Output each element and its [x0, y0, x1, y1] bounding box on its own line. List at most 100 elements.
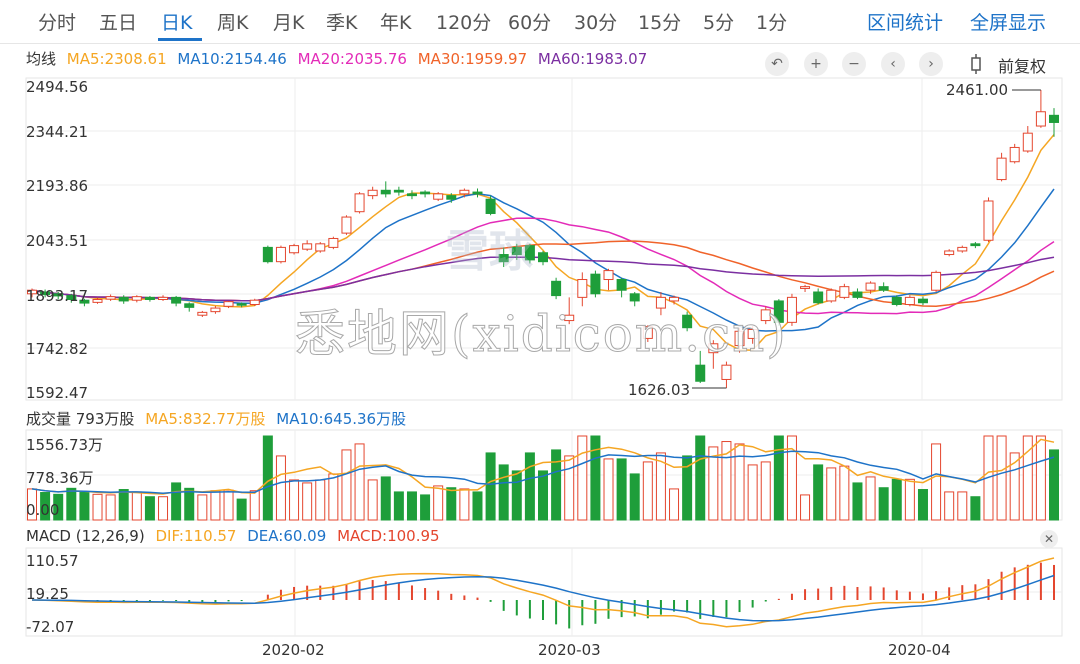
candle-body	[813, 291, 824, 304]
candle-body	[289, 245, 300, 254]
volume-bar	[603, 458, 614, 521]
volume-bar	[459, 488, 470, 521]
volume-bar	[642, 461, 653, 521]
macd-label: MACD (12,26,9)	[26, 527, 145, 545]
volume-bar	[813, 464, 824, 521]
volume-bar	[485, 452, 496, 521]
candle-body	[354, 193, 365, 213]
volume-bar	[734, 443, 745, 521]
volume-label: 成交量 793万股	[26, 410, 135, 428]
volume-bar	[891, 478, 902, 521]
volume-bar	[420, 494, 431, 521]
high-price-annotation: 2461.00	[946, 81, 1009, 99]
volume-axis-label: 778.36万	[26, 469, 94, 487]
macd-value: MACD:100.95	[337, 527, 440, 545]
candle-body	[616, 279, 627, 291]
candle-body	[393, 189, 404, 193]
candle-body	[538, 252, 548, 263]
volume-bar	[773, 435, 784, 521]
macd-axis-label: 110.57	[26, 552, 79, 570]
volume-bar	[551, 449, 562, 521]
volume-bar	[131, 491, 142, 521]
candle-body	[459, 189, 470, 195]
volume-bar	[380, 476, 391, 521]
candle-body	[826, 289, 837, 302]
candle-body	[878, 286, 889, 291]
candle-body	[983, 200, 994, 241]
volume-bar	[511, 470, 522, 521]
candle-body	[406, 193, 417, 197]
candle-body	[1035, 111, 1046, 127]
volume-bar	[144, 496, 155, 521]
candle-body	[1009, 146, 1020, 163]
candle-body	[171, 296, 182, 304]
volume-axis-label: 1556.73万	[26, 436, 104, 454]
candle-body	[472, 191, 483, 195]
volume-bar	[472, 491, 483, 521]
candle-body	[302, 243, 313, 250]
macd-axis-label: 19.25	[26, 585, 69, 603]
volume-bar	[747, 464, 758, 521]
price-axis-label: 1742.82	[26, 340, 89, 358]
volume-bar	[760, 461, 771, 521]
volume-bar	[158, 496, 169, 521]
volume-ma10: MA10:645.36万股	[276, 410, 407, 428]
volume-bar	[931, 443, 942, 521]
candle-body	[144, 296, 155, 301]
price-axis-label: 2043.51	[26, 232, 89, 250]
volume-bar	[302, 482, 313, 521]
price-axis-label: 1893.17	[26, 287, 89, 305]
candle-body	[786, 296, 797, 323]
volume-bar	[210, 490, 221, 521]
volume-bar	[406, 491, 417, 521]
volume-axis-label: 0.00	[26, 501, 60, 519]
candle-body	[931, 271, 942, 291]
candle-body	[865, 282, 876, 291]
volume-bar	[878, 487, 889, 521]
volume-bar	[564, 455, 575, 521]
price-axis-label: 2193.86	[26, 177, 89, 195]
candle-body	[197, 311, 208, 316]
volume-bar	[538, 470, 548, 521]
close-icon[interactable]: ✕	[1040, 530, 1058, 548]
volume-bar	[184, 487, 195, 521]
volume-bar	[433, 485, 444, 521]
volume-bar	[328, 473, 339, 521]
candle-body	[223, 301, 234, 307]
candle-body	[158, 296, 169, 301]
date-axis-label: 2020-02	[262, 641, 325, 659]
date-axis-label: 2020-04	[888, 641, 951, 659]
low-price-annotation: 1626.03	[628, 381, 691, 399]
volume-bar	[629, 473, 640, 521]
candle-body	[485, 198, 496, 214]
volume-bar	[223, 489, 234, 521]
candle-body	[917, 298, 928, 304]
volume-bar	[917, 489, 928, 521]
candle-body	[380, 189, 391, 195]
candle-body	[249, 299, 260, 306]
macd-legend: MACD (12,26,9) DIF:110.57 DEA:60.09 MACD…	[26, 527, 446, 545]
volume-bar	[105, 494, 116, 521]
candle-body	[721, 364, 732, 380]
candle-body	[105, 296, 116, 300]
volume-bar	[1049, 449, 1059, 521]
volume-bar	[341, 449, 352, 521]
volume-bar	[354, 443, 365, 521]
volume-bar	[852, 482, 863, 521]
candle-body	[184, 303, 195, 308]
volume-bar	[695, 435, 706, 521]
site-watermark: 悉地网(xidicom.cn)	[295, 305, 788, 364]
volume-bar	[92, 493, 103, 521]
candle-body	[131, 296, 142, 301]
volume-bar	[79, 492, 90, 521]
volume-bar	[197, 494, 208, 521]
date-axis-label: 2020-03	[538, 641, 601, 659]
volume-bar	[66, 487, 77, 521]
candle-body	[92, 299, 103, 303]
volume-bar	[669, 488, 680, 521]
volume-bar	[1035, 435, 1046, 521]
candle-body	[852, 291, 863, 298]
volume-bar	[498, 464, 509, 521]
candle-body	[603, 270, 614, 281]
candle-body	[275, 246, 286, 263]
